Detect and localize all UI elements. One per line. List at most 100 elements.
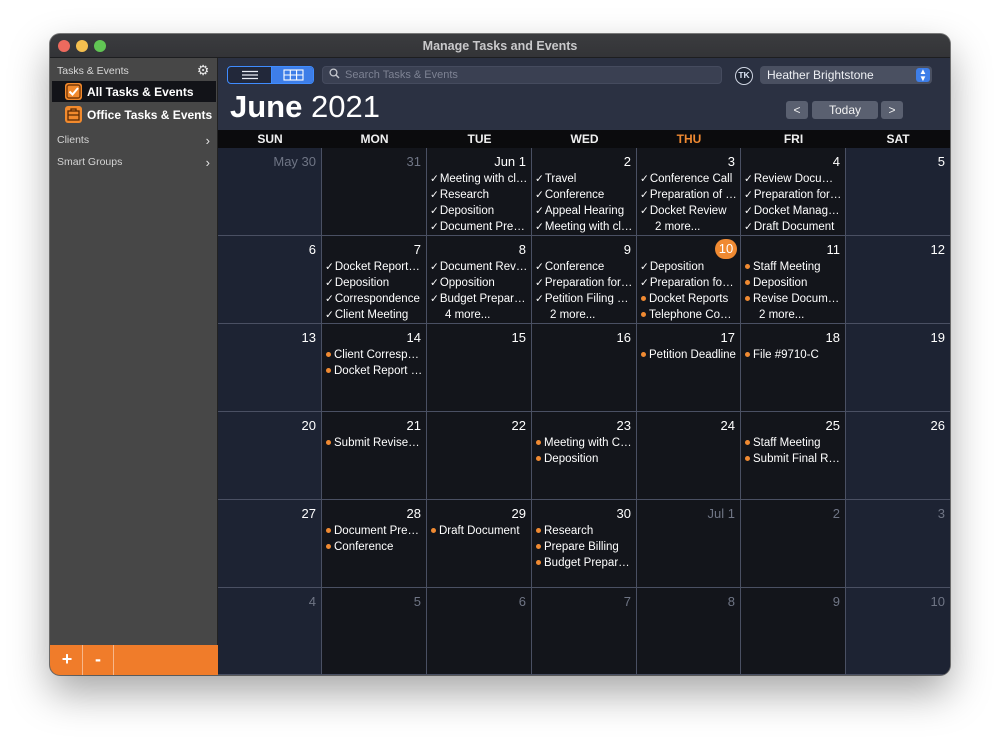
event-item[interactable]: ✓Research — [430, 187, 528, 203]
day-cell[interactable]: May 30 — [218, 148, 322, 236]
day-cell[interactable]: 6 — [427, 588, 532, 675]
event-item[interactable]: Docket Report Review — [325, 363, 423, 379]
user-select[interactable]: Heather Brightstone ▲ ▼ — [760, 66, 932, 84]
remove-button[interactable]: - — [83, 645, 114, 675]
day-cell[interactable]: 21 Submit Revised Document — [322, 412, 427, 500]
event-item[interactable]: Staff Meeting — [744, 435, 842, 451]
event-item[interactable]: Deposition — [744, 275, 842, 291]
more-events-link[interactable]: 4 more... — [430, 307, 528, 323]
day-cell[interactable]: 7✓Docket Report Review✓Deposition✓Corres… — [322, 236, 427, 324]
list-view-button[interactable] — [228, 67, 271, 83]
day-cell[interactable]: 28 Document Preparation Conference — [322, 500, 427, 588]
event-item[interactable]: ✓Document Preparation — [430, 219, 528, 235]
day-cell[interactable]: 23 Meeting with Client Deposition — [532, 412, 637, 500]
sidebar-group-smart-groups[interactable]: Smart Groups › — [57, 155, 212, 174]
more-events-link[interactable]: 2 more... — [640, 219, 737, 235]
day-cell[interactable]: 5 — [846, 148, 950, 236]
day-cell[interactable]: 4 — [218, 588, 322, 675]
day-cell[interactable]: 5 — [322, 588, 427, 675]
event-item[interactable]: Client Correspondence — [325, 347, 423, 363]
event-item[interactable]: Draft Document — [430, 523, 528, 539]
event-item[interactable]: ✓Correspondence — [325, 291, 423, 307]
event-item[interactable]: ✓Conference Call — [640, 171, 737, 187]
day-cell[interactable]: 14 Client Correspondence Docket Report Rev… — [322, 324, 427, 412]
event-item[interactable]: Docket Reports — [640, 291, 737, 307]
day-cell[interactable]: 26 — [846, 412, 950, 500]
day-cell[interactable]: Jun 1 ✓Meeting with client ✓Research ✓Depos… — [427, 148, 532, 236]
event-item[interactable]: Submit Final Report — [744, 451, 842, 467]
month-view-button[interactable] — [271, 67, 313, 83]
day-cell[interactable]: 20 — [218, 412, 322, 500]
event-item[interactable]: ✓Conference — [535, 259, 633, 275]
day-cell[interactable]: 27 — [218, 500, 322, 588]
more-events-link[interactable]: 2 more... — [535, 307, 633, 323]
day-cell[interactable]: 13 — [218, 324, 322, 412]
day-cell[interactable]: 31 — [322, 148, 427, 236]
day-cell[interactable]: 6 — [218, 236, 322, 324]
day-cell[interactable]: 22 — [427, 412, 532, 500]
day-cell[interactable]: 12 — [846, 236, 950, 324]
event-item[interactable]: ✓Deposition — [325, 275, 423, 291]
event-item[interactable]: Deposition — [535, 451, 633, 467]
day-cell[interactable]: 19 — [846, 324, 950, 412]
event-item[interactable]: ✓Docket Review — [640, 203, 737, 219]
day-cell[interactable]: 24 — [637, 412, 741, 500]
sidebar-group-clients[interactable]: Clients › — [57, 133, 212, 152]
day-cell[interactable]: 11 Staff Meeting Deposition Revise Document… — [741, 236, 846, 324]
day-cell[interactable]: 9 — [741, 588, 846, 675]
event-item[interactable]: ✓Deposition — [430, 203, 528, 219]
event-item[interactable]: ✓Travel — [535, 171, 633, 187]
day-cell[interactable]: 30 Research Prepare Billing Budget Preparat… — [532, 500, 637, 588]
day-cell[interactable]: 9✓Conference✓Preparation for Hearing✓Pet… — [532, 236, 637, 324]
event-item[interactable]: ✓Docket Management — [744, 203, 842, 219]
event-item[interactable]: ✓Preparation for Hearing — [535, 275, 633, 291]
next-month-button[interactable]: > — [881, 101, 903, 119]
search-field[interactable] — [322, 66, 722, 84]
event-item[interactable]: Staff Meeting — [744, 259, 842, 275]
event-item[interactable]: Revise Document — [744, 291, 842, 307]
event-item[interactable]: ✓Petition Filing Fee — [535, 291, 633, 307]
event-item[interactable]: Research — [535, 523, 633, 539]
day-cell[interactable]: 29 Draft Document — [427, 500, 532, 588]
event-item[interactable]: ✓Meeting with client — [535, 219, 633, 235]
sidebar-item-office-tasks[interactable]: Office Tasks & Events — [52, 104, 216, 125]
day-cell[interactable]: 7 — [532, 588, 637, 675]
day-cell[interactable]: 4✓Review Documents✓Preparation for Trial… — [741, 148, 846, 236]
day-cell[interactable]: 10✓Deposition✓Preparation for TrialDocke… — [637, 236, 741, 324]
day-cell[interactable]: 18 File #9710-C — [741, 324, 846, 412]
event-item[interactable]: ✓Document Review — [430, 259, 528, 275]
event-item[interactable]: Telephone Conference — [640, 307, 737, 323]
previous-month-button[interactable]: < — [786, 101, 808, 119]
day-cell[interactable]: 10 — [846, 588, 950, 675]
search-input[interactable] — [345, 68, 715, 82]
event-item[interactable]: Meeting with Client — [535, 435, 633, 451]
event-item[interactable]: ✓Deposition — [640, 259, 737, 275]
event-item[interactable]: Prepare Billing — [535, 539, 633, 555]
day-cell[interactable]: 8 ✓Document Review ✓Opposition ✓Budget Prep… — [427, 236, 532, 324]
event-item[interactable]: ✓Conference — [535, 187, 633, 203]
day-cell[interactable]: 15 — [427, 324, 532, 412]
day-cell[interactable]: 17 Petition Deadline — [637, 324, 741, 412]
event-item[interactable]: ✓Docket Report Review — [325, 259, 423, 275]
event-item[interactable]: Budget Preparation — [535, 555, 633, 571]
more-events-link[interactable]: 2 more... — [744, 307, 842, 323]
event-item[interactable]: ✓Client Meeting — [325, 307, 423, 323]
sidebar-item-all-tasks[interactable]: All Tasks & Events — [52, 81, 216, 102]
day-cell[interactable]: 3✓Conference Call✓Preparation of Documen… — [637, 148, 741, 236]
day-cell[interactable]: 8 — [637, 588, 741, 675]
day-cell[interactable]: 3 — [846, 500, 950, 588]
event-item[interactable]: ✓Preparation of Documents — [640, 187, 737, 203]
event-item[interactable]: File #9710-C — [744, 347, 842, 363]
day-cell[interactable]: 2 ✓Travel ✓Conference ✓Appeal Hearing ✓Meeti… — [532, 148, 637, 236]
day-cell[interactable]: Jul 1 — [637, 500, 741, 588]
event-item[interactable]: ✓Appeal Hearing — [535, 203, 633, 219]
day-cell[interactable]: 25 Staff Meeting Submit Final Report — [741, 412, 846, 500]
gear-icon[interactable]: ⚙ — [196, 63, 210, 77]
event-item[interactable]: ✓Meeting with client — [430, 171, 528, 187]
event-item[interactable]: Document Preparation — [325, 523, 423, 539]
event-item[interactable]: ✓Draft Document — [744, 219, 842, 235]
day-cell[interactable]: 16 — [532, 324, 637, 412]
event-item[interactable]: Conference — [325, 539, 423, 555]
event-item[interactable]: ✓Opposition — [430, 275, 528, 291]
today-button[interactable]: Today — [812, 101, 878, 119]
